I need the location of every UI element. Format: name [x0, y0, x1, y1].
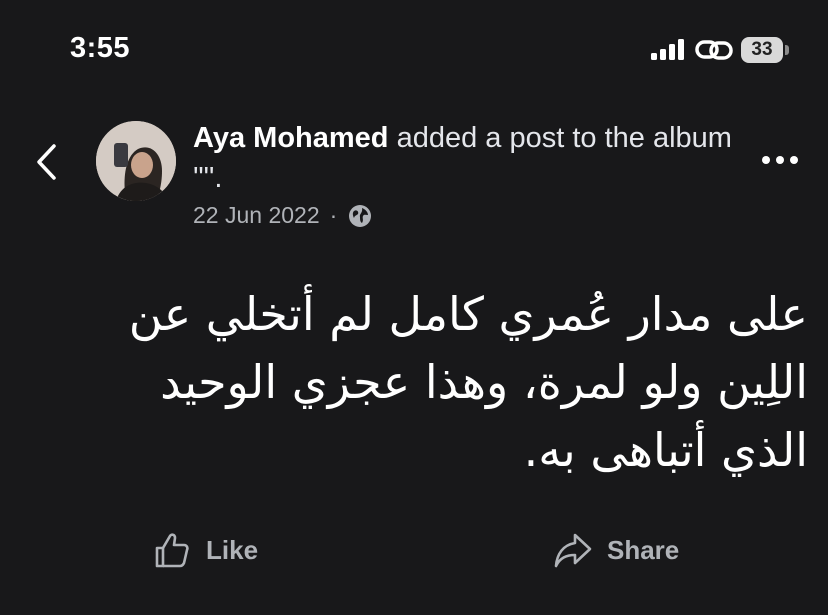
post-date[interactable]: 22 Jun 2022	[193, 202, 320, 229]
like-label: Like	[206, 534, 259, 565]
meta-separator: ·	[329, 202, 338, 228]
avatar[interactable]	[96, 121, 176, 201]
post-text: على مدار عُمري كامل لم أتخلي عن اللِين و…	[128, 287, 808, 477]
share-label: Share	[607, 534, 680, 565]
share-icon	[554, 533, 592, 568]
battery-icon: 33	[741, 37, 783, 63]
post-header-text: Aya Mohamed added a post to the album '"…	[193, 118, 738, 198]
ellipsis-icon[interactable]	[760, 153, 800, 171]
link-icon	[695, 37, 733, 68]
post-meta: 22 Jun 2022 ·	[193, 202, 373, 229]
battery-level: 33	[751, 39, 773, 60]
chevron-left-icon[interactable]	[34, 142, 60, 187]
battery-tip	[785, 45, 789, 55]
globe-icon	[347, 203, 373, 229]
signal-icon	[651, 38, 689, 67]
share-button[interactable]: Share	[553, 530, 679, 570]
status-time: 3:55	[70, 32, 131, 64]
post-screen: 3:55 33 Aya Mohamed added a post to the …	[0, 0, 828, 615]
thumbs-up-icon	[155, 533, 189, 568]
like-button[interactable]: Like	[152, 530, 258, 570]
author-name[interactable]: Aya Mohamed	[193, 122, 389, 154]
